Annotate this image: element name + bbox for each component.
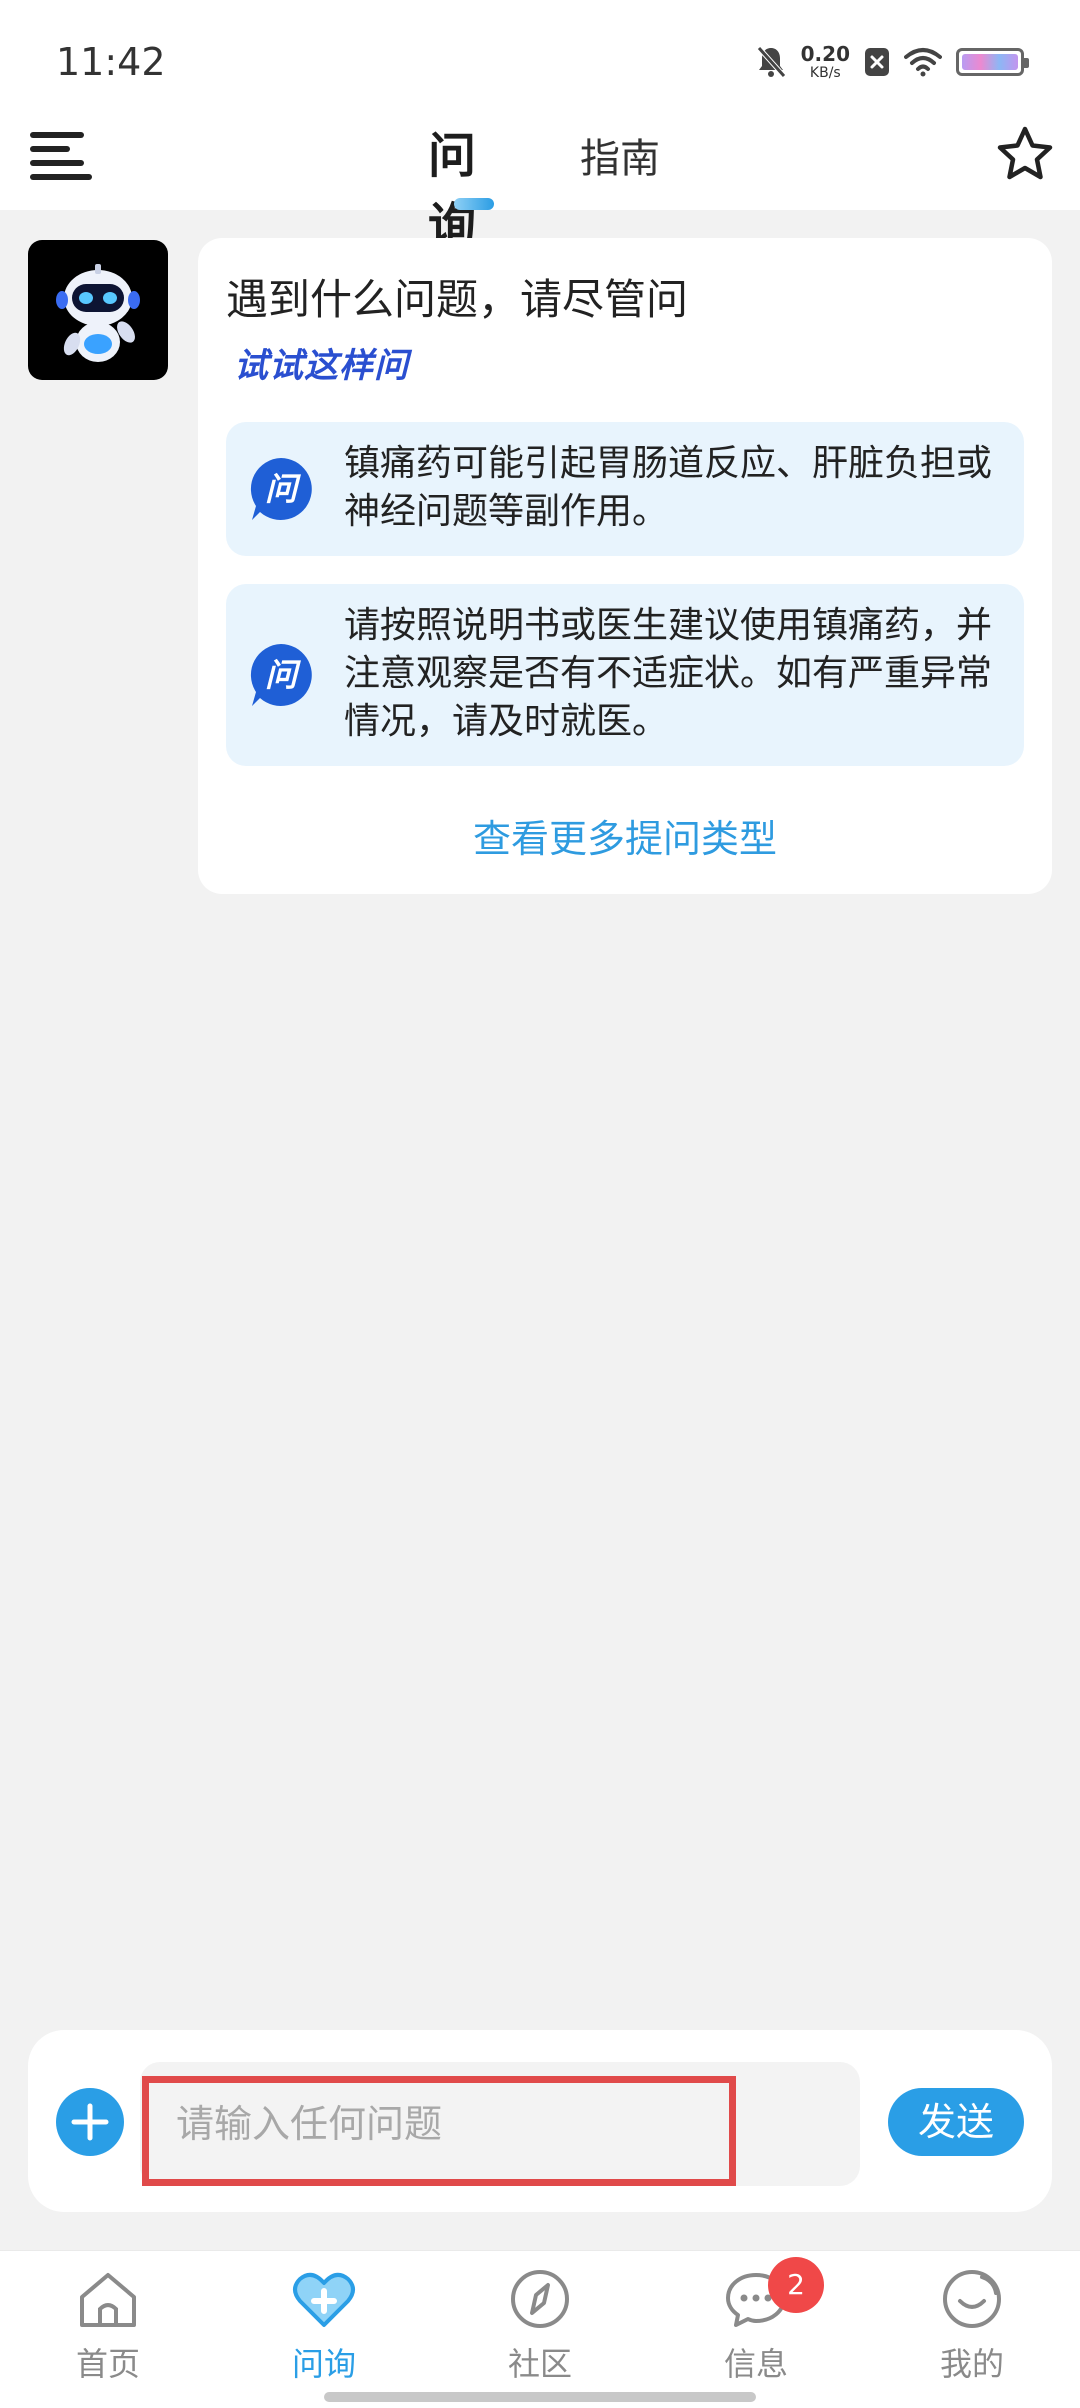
net-speed-value: 0.20 <box>800 42 850 66</box>
active-tab-indicator <box>454 198 494 210</box>
suggestion-text: 请按照说明书或医生建议使用镇痛药，并注意观察是否有不适症状。如有严重异常情况，请… <box>344 605 993 742</box>
nav-item-community[interactable]: 社区 <box>470 2261 610 2391</box>
robot-icon <box>56 264 140 362</box>
home-indicator[interactable] <box>324 2392 756 2402</box>
suggestion-item[interactable]: 问 请按照说明书或医生建议使用镇痛药，并注意观察是否有不适症状。如有严重异常情况… <box>226 584 1024 766</box>
more-question-types-link[interactable]: 查看更多提问类型 <box>198 808 1052 863</box>
nav-item-profile[interactable]: 我的 <box>902 2261 1042 2391</box>
nav-label: 信息 <box>723 2345 788 2383</box>
menu-icon[interactable] <box>30 128 92 182</box>
question-badge-icon: 问 <box>250 458 312 520</box>
net-speed-unit: KB/s <box>809 65 841 81</box>
nav-item-ask[interactable]: 问询 <box>254 2261 394 2391</box>
question-input[interactable] <box>140 2062 860 2186</box>
net-speed: 0.20 KB/s <box>801 44 850 80</box>
tab-ask[interactable]: 问询 <box>428 116 520 254</box>
question-input-wrapper <box>140 2062 860 2186</box>
tab-guide[interactable]: 指南 <box>580 126 670 196</box>
composer-bar: 发送 <box>28 2030 1052 2212</box>
try-asking-label: 试试这样问 <box>234 346 409 386</box>
suggestion-text: 镇痛药可能引起胃肠道反应、肝脏负担或神经问题等副作用。 <box>344 443 993 532</box>
battery-icon <box>956 48 1029 76</box>
add-attachment-button[interactable] <box>56 2088 124 2156</box>
unread-badge: 2 <box>768 2257 824 2313</box>
home-icon <box>80 2273 136 2327</box>
bottom-nav: 首页 问询 社区 2 信息 我的 <box>0 2250 1080 2408</box>
bell-off-icon <box>756 46 786 78</box>
nav-item-home[interactable]: 首页 <box>38 2261 178 2391</box>
smiley-icon <box>943 2270 1001 2328</box>
star-icon[interactable] <box>994 124 1056 186</box>
heart-plus-icon <box>293 2272 355 2327</box>
wifi-icon <box>904 48 942 77</box>
send-button[interactable]: 发送 <box>888 2088 1024 2156</box>
svg-text:问: 问 <box>265 470 301 508</box>
nav-label: 我的 <box>939 2345 1004 2383</box>
plus-icon <box>71 2103 109 2141</box>
bot-message-card: 遇到什么问题，请尽管问 试试这样问 问 镇痛药可能引起胃肠道反应、肝脏负担或神经… <box>198 238 1052 894</box>
nav-label: 首页 <box>75 2345 140 2383</box>
bot-avatar <box>28 240 168 380</box>
question-badge-icon: 问 <box>250 644 312 706</box>
svg-text:问: 问 <box>265 656 301 694</box>
tab-ask-label: 问询 <box>428 128 477 254</box>
compass-icon <box>511 2270 569 2328</box>
status-time: 11:42 <box>56 40 166 84</box>
status-icons: 0.20 KB/s <box>755 38 1029 86</box>
tab-guide-label: 指南 <box>580 136 660 182</box>
close-box-icon <box>865 48 889 76</box>
nav-label: 社区 <box>507 2345 572 2383</box>
suggestion-item[interactable]: 问 镇痛药可能引起胃肠道反应、肝脏负担或神经问题等副作用。 <box>226 422 1024 556</box>
top-header: 问询 指南 <box>0 100 1080 254</box>
greeting-text: 遇到什么问题，请尽管问 <box>226 275 689 324</box>
nav-item-messages[interactable]: 2 信息 <box>686 2257 826 2391</box>
nav-label: 问询 <box>291 2345 356 2383</box>
